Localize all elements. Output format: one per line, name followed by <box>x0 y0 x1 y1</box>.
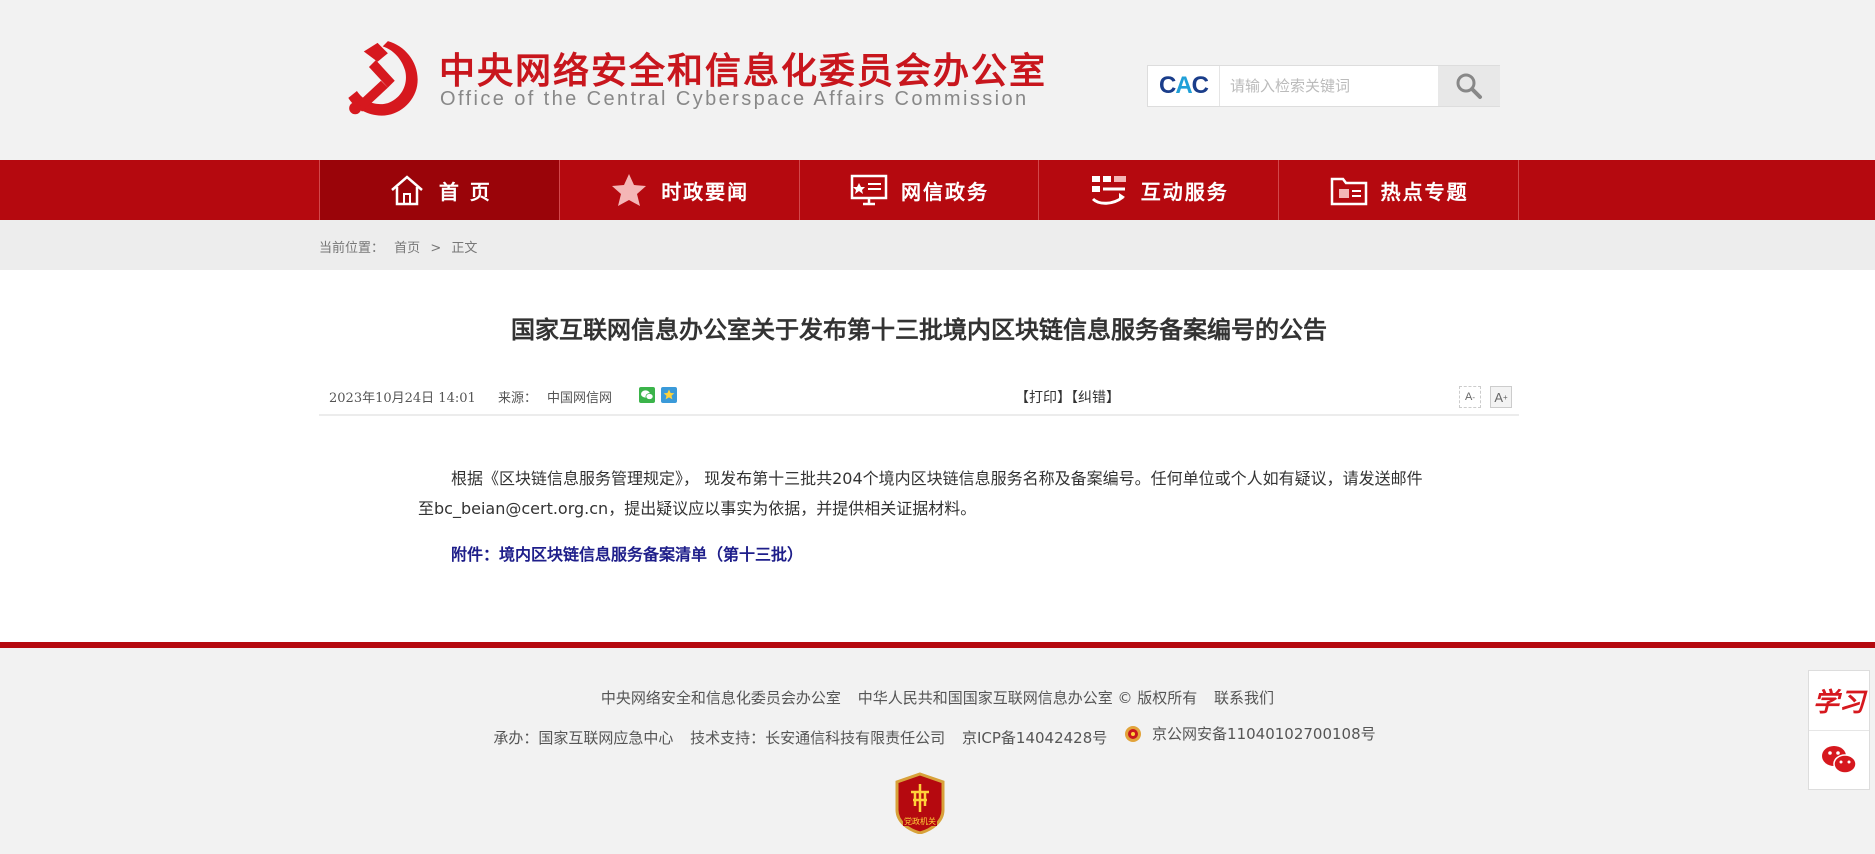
wechat-button[interactable] <box>1809 731 1869 789</box>
font-decrease-button[interactable]: A- <box>1459 386 1481 408</box>
xuexi-button[interactable]: 学习 <box>1809 671 1869 731</box>
svg-text:党政机关: 党政机关 <box>904 816 936 826</box>
interaction-icon <box>1089 173 1129 207</box>
nav-item-news[interactable]: 时政要闻 <box>560 160 800 220</box>
breadcrumb-separator: > <box>430 241 442 256</box>
police-record[interactable]: 京公网安备11040102700108号 <box>1124 723 1382 744</box>
nav-label: 时政要闻 <box>661 179 750 204</box>
contact-link[interactable]: 联系我们 <box>1214 689 1274 707</box>
folder-icon <box>1329 173 1369 207</box>
footer-tech: 技术支持：长安通信科技有限责任公司 <box>690 728 946 747</box>
nav-label: 互动服务 <box>1140 179 1229 204</box>
breadcrumb-current: 正文 <box>451 241 478 256</box>
nav-item-topics[interactable]: 热点专题 <box>1279 160 1519 220</box>
party-emblem-icon <box>348 41 418 116</box>
xuexi-label: 学习 <box>1812 688 1865 718</box>
nav-item-home[interactable]: 首 页 <box>320 160 560 220</box>
monitor-icon <box>849 173 889 207</box>
wechat-icon <box>1822 746 1857 774</box>
breadcrumb-bar: 当前位置： 首页 > 正文 <box>0 220 1875 270</box>
home-icon <box>387 173 427 207</box>
nav-label: 网信政务 <box>900 179 989 204</box>
article-main: 国家互联网信息办公室关于发布第十三批境内区块链信息服务备案编号的公告 2023年… <box>0 270 1875 644</box>
government-agency-badge-icon[interactable]: 党政机关 <box>893 772 947 834</box>
wechat-share-icon[interactable] <box>639 387 655 403</box>
breadcrumb: 当前位置： 首页 > 正文 <box>319 237 483 256</box>
font-increase-button[interactable]: A + <box>1490 386 1512 408</box>
print-link[interactable]: 【打印】 <box>1015 390 1071 406</box>
search-icon <box>1456 73 1482 99</box>
nav-label: 热点专题 <box>1380 179 1469 204</box>
nav-label: 首 页 <box>438 179 492 204</box>
side-float-panel: 学习 <box>1808 670 1870 790</box>
icp-link[interactable]: 京ICP备14042428号 <box>962 729 1107 747</box>
footer-copyright: 中央网络安全和信息化委员会办公室 中华人民共和国国家互联网信息办公室 © 版权所… <box>0 687 1875 708</box>
site-header: 中央网络安全和信息化委员会办公室 Office of the Central C… <box>0 0 1875 160</box>
footer-host: 承办：国家互联网应急中心 <box>493 728 674 747</box>
article-meta: 2023年10月24日 14:01 来源： 中国网信网 【打印】【纠错】 A- … <box>319 380 1519 416</box>
star-icon <box>609 173 649 207</box>
search-input[interactable] <box>1220 66 1438 106</box>
footer-org: 中央网络安全和信息化委员会办公室 <box>600 689 841 707</box>
breadcrumb-home-link[interactable]: 首页 <box>394 241 420 256</box>
footer-org-copyright: 中华人民共和国国家互联网信息办公室 © 版权所有 <box>857 689 1198 707</box>
police-record-text: 京公网安备11040102700108号 <box>1152 725 1376 743</box>
site-footer: 中央网络安全和信息化委员会办公室 中华人民共和国国家互联网信息办公室 © 版权所… <box>0 648 1875 854</box>
police-badge-icon <box>1125 725 1142 742</box>
cac-logo: CAC <box>1148 66 1220 106</box>
source-label: 来源： <box>498 391 538 406</box>
search-button[interactable] <box>1438 66 1500 106</box>
correction-link[interactable]: 【纠错】 <box>1071 390 1120 406</box>
favorite-share-icon[interactable] <box>661 387 677 403</box>
article-tools: 【打印】【纠错】 <box>1015 387 1120 407</box>
attachment-link[interactable]: 附件：境内区块链信息服务备案清单（第十三批） <box>451 541 803 565</box>
site-subtitle: Office of the Central Cyberspace Affairs… <box>440 88 1029 110</box>
nav-item-affairs[interactable]: 网信政务 <box>800 160 1040 220</box>
nav-item-interaction[interactable]: 互动服务 <box>1039 160 1280 220</box>
article-title: 国家互联网信息办公室关于发布第十三批境内区块链信息服务备案编号的公告 <box>511 316 1327 344</box>
source-name: 中国网信网 <box>547 391 613 406</box>
search-box: CAC <box>1147 65 1500 107</box>
publish-date: 2023年10月24日 14:01 <box>329 391 476 406</box>
breadcrumb-label: 当前位置： <box>319 241 385 256</box>
article-body: 根据《区块链信息服务管理规定》， 现发布第十三批共204个境内区块链信息服务名称… <box>418 469 1423 518</box>
main-nav: 首 页 时政要闻 网信政务 互动服务 热点专题 <box>0 160 1875 220</box>
site-title: 中央网络安全和信息化委员会办公室 <box>439 51 1048 92</box>
footer-info: 承办：国家互联网应急中心 技术支持：长安通信科技有限责任公司 京ICP备1404… <box>0 723 1875 748</box>
